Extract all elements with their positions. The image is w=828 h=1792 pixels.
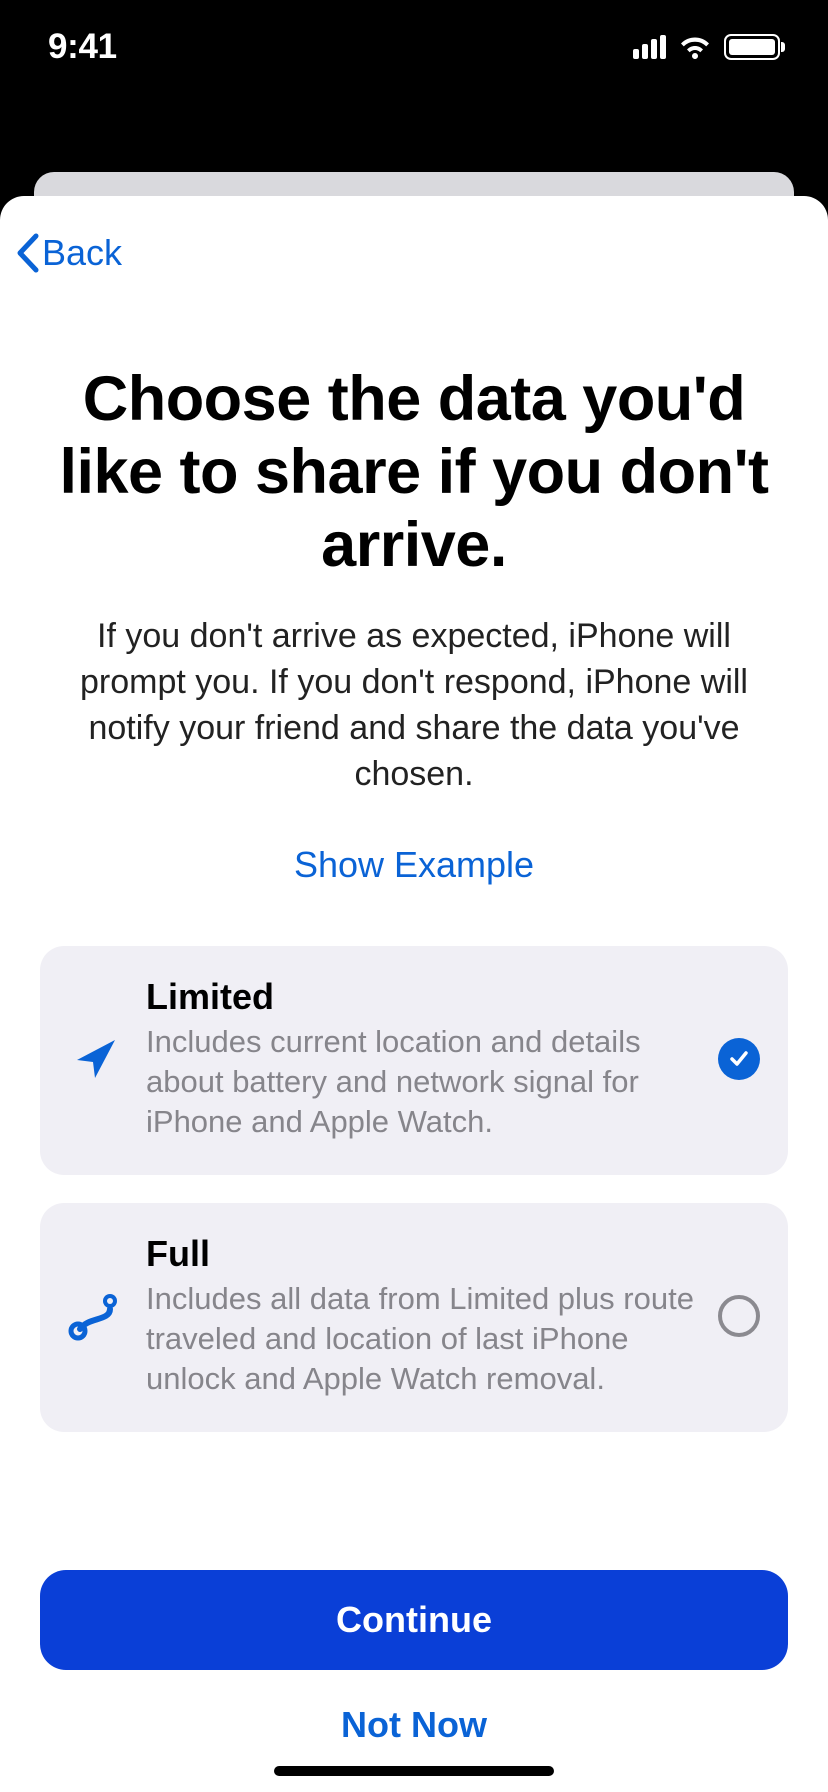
modal-sheet: Back Choose the data you'd like to share… (0, 196, 828, 1792)
chevron-left-icon (14, 232, 42, 274)
location-arrow-icon (64, 1034, 128, 1084)
option-limited[interactable]: Limited Includes current location and de… (40, 946, 788, 1175)
page-title: Choose the data you'd like to share if y… (40, 363, 788, 582)
option-full-desc: Includes all data from Limited plus rout… (146, 1279, 700, 1400)
option-full-radio[interactable] (718, 1295, 760, 1337)
back-button[interactable]: Back (14, 232, 122, 274)
back-label: Back (42, 232, 122, 274)
status-indicators (633, 34, 780, 60)
show-example-link[interactable]: Show Example (40, 844, 788, 886)
route-pin-icon (64, 1291, 128, 1341)
not-now-button[interactable]: Not Now (40, 1670, 788, 1756)
status-bar: 9:41 (0, 0, 828, 104)
cellular-signal-icon (633, 35, 666, 59)
status-time: 9:41 (48, 27, 117, 67)
page-subtitle: If you don't arrive as expected, iPhone … (40, 614, 788, 798)
continue-button[interactable]: Continue (40, 1570, 788, 1670)
option-limited-title: Limited (146, 976, 700, 1018)
option-limited-radio[interactable] (718, 1038, 760, 1080)
option-full-title: Full (146, 1233, 700, 1275)
wifi-icon (678, 35, 712, 59)
home-indicator[interactable] (274, 1766, 554, 1776)
option-limited-desc: Includes current location and details ab… (146, 1022, 700, 1143)
checkmark-icon (728, 1048, 750, 1070)
battery-icon (724, 34, 780, 60)
option-full[interactable]: Full Includes all data from Limited plus… (40, 1203, 788, 1432)
